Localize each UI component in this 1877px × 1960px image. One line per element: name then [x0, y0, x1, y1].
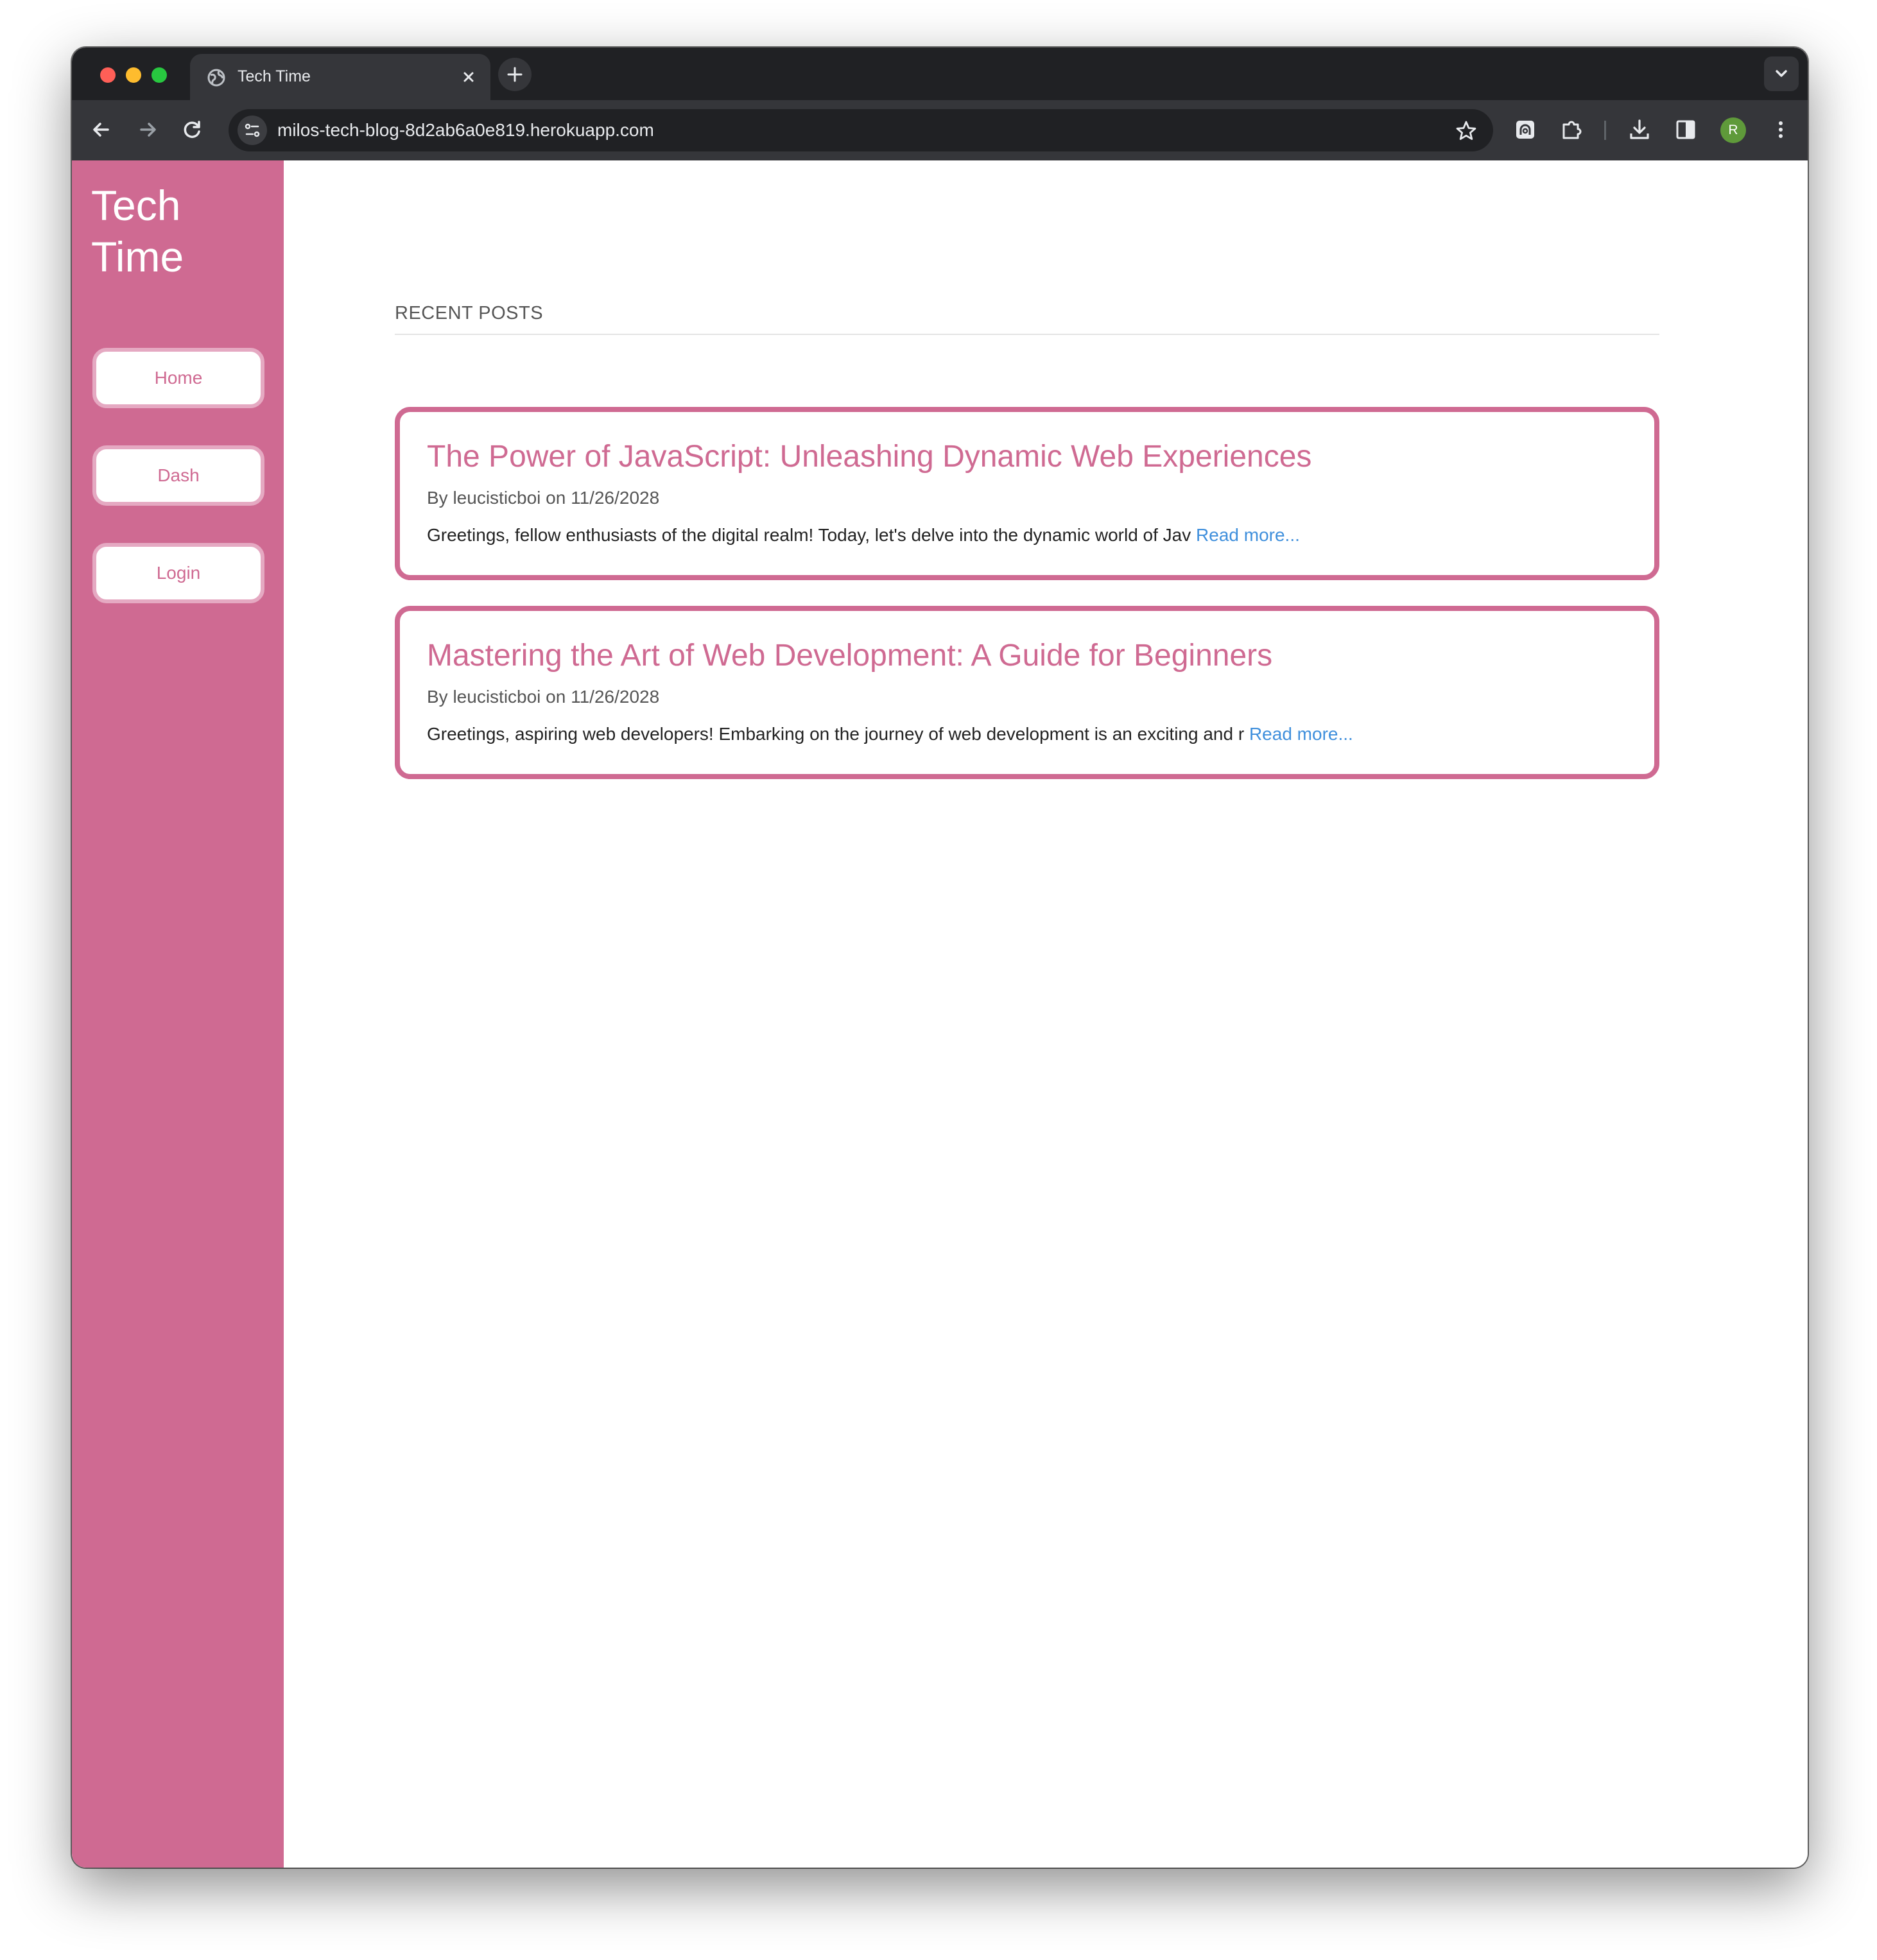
- tab-title: Tech Time: [238, 67, 311, 85]
- post-meta: By leucisticboi on 11/26/2028: [427, 488, 660, 508]
- profile-avatar[interactable]: R: [1720, 117, 1746, 143]
- post-excerpt-text: Greetings, aspiring web developers! Emba…: [427, 724, 1245, 744]
- maximize-window-button[interactable]: [151, 67, 167, 83]
- post-card: The Power of JavaScript: Unleashing Dyna…: [395, 407, 1659, 580]
- plus-icon: [507, 67, 523, 82]
- kebab-menu-icon: [1779, 121, 1783, 138]
- site-info-button[interactable]: [238, 116, 267, 145]
- section-divider: [395, 334, 1659, 335]
- browser-tab[interactable]: Tech Time: [190, 54, 490, 100]
- post-excerpt: Greetings, aspiring web developers! Emba…: [427, 724, 1353, 744]
- post-excerpt: Greetings, fellow enthusiasts of the dig…: [427, 525, 1300, 546]
- back-button[interactable]: [87, 116, 116, 144]
- post-card: Mastering the Art of Web Development: A …: [395, 606, 1659, 779]
- password-manager-icon: [1516, 121, 1534, 139]
- password-manager-extension-button[interactable]: [1511, 116, 1539, 144]
- close-icon[interactable]: [458, 67, 479, 87]
- read-more-link[interactable]: Read more...: [1249, 724, 1353, 744]
- download-icon: [1630, 119, 1649, 139]
- new-tab-button[interactable]: [498, 58, 532, 91]
- reload-button[interactable]: [178, 116, 207, 144]
- tab-search-button[interactable]: [1764, 56, 1799, 91]
- sidebar: Tech Time Home Dash Login: [72, 160, 284, 1868]
- chevron-down-icon: [1776, 70, 1787, 77]
- puzzle-icon: [1562, 121, 1582, 139]
- post-excerpt-text: Greetings, fellow enthusiasts of the dig…: [427, 525, 1191, 545]
- arrow-right-icon: [140, 123, 156, 137]
- nav-login-button[interactable]: Login: [92, 543, 264, 603]
- browser-menu-button[interactable]: [1767, 116, 1795, 144]
- post-meta: By leucisticboi on 11/26/2028: [427, 687, 660, 707]
- nav-home-button[interactable]: Home: [92, 348, 264, 408]
- address-bar[interactable]: milos-tech-blog-8d2ab6a0e819.herokuapp.c…: [229, 109, 1493, 151]
- star-icon[interactable]: [1455, 119, 1478, 142]
- extensions-button[interactable]: [1557, 116, 1586, 144]
- reload-icon: [184, 121, 200, 138]
- url-text[interactable]: milos-tech-blog-8d2ab6a0e819.herokuapp.c…: [277, 120, 654, 141]
- nav-dash-button[interactable]: Dash: [92, 445, 264, 506]
- globe-icon: [207, 68, 226, 87]
- post-title[interactable]: The Power of JavaScript: Unleashing Dyna…: [427, 439, 1311, 474]
- section-title: RECENT POSTS: [395, 303, 544, 323]
- browser-toolbar: milos-tech-blog-8d2ab6a0e819.herokuapp.c…: [72, 100, 1808, 160]
- side-panel-button[interactable]: [1672, 116, 1700, 144]
- minimize-window-button[interactable]: [126, 67, 141, 83]
- toolbar-separator: [1604, 121, 1606, 140]
- tab-strip: Tech Time: [72, 47, 1808, 100]
- side-panel-icon: [1676, 120, 1695, 139]
- browser-window: Tech Time milos-tech-blog-8d2ab6a0e819.h…: [72, 47, 1808, 1868]
- tune-icon: [245, 123, 260, 137]
- site-brand[interactable]: Tech Time: [91, 180, 271, 282]
- web-page: Tech Time Home Dash Login RECENT POSTS T…: [72, 160, 1808, 1868]
- forward-button[interactable]: [134, 116, 162, 144]
- arrow-left-icon: [93, 123, 109, 137]
- close-window-button[interactable]: [100, 67, 116, 83]
- downloads-button[interactable]: [1625, 116, 1654, 144]
- read-more-link[interactable]: Read more...: [1196, 525, 1300, 545]
- post-title[interactable]: Mastering the Art of Web Development: A …: [427, 638, 1272, 673]
